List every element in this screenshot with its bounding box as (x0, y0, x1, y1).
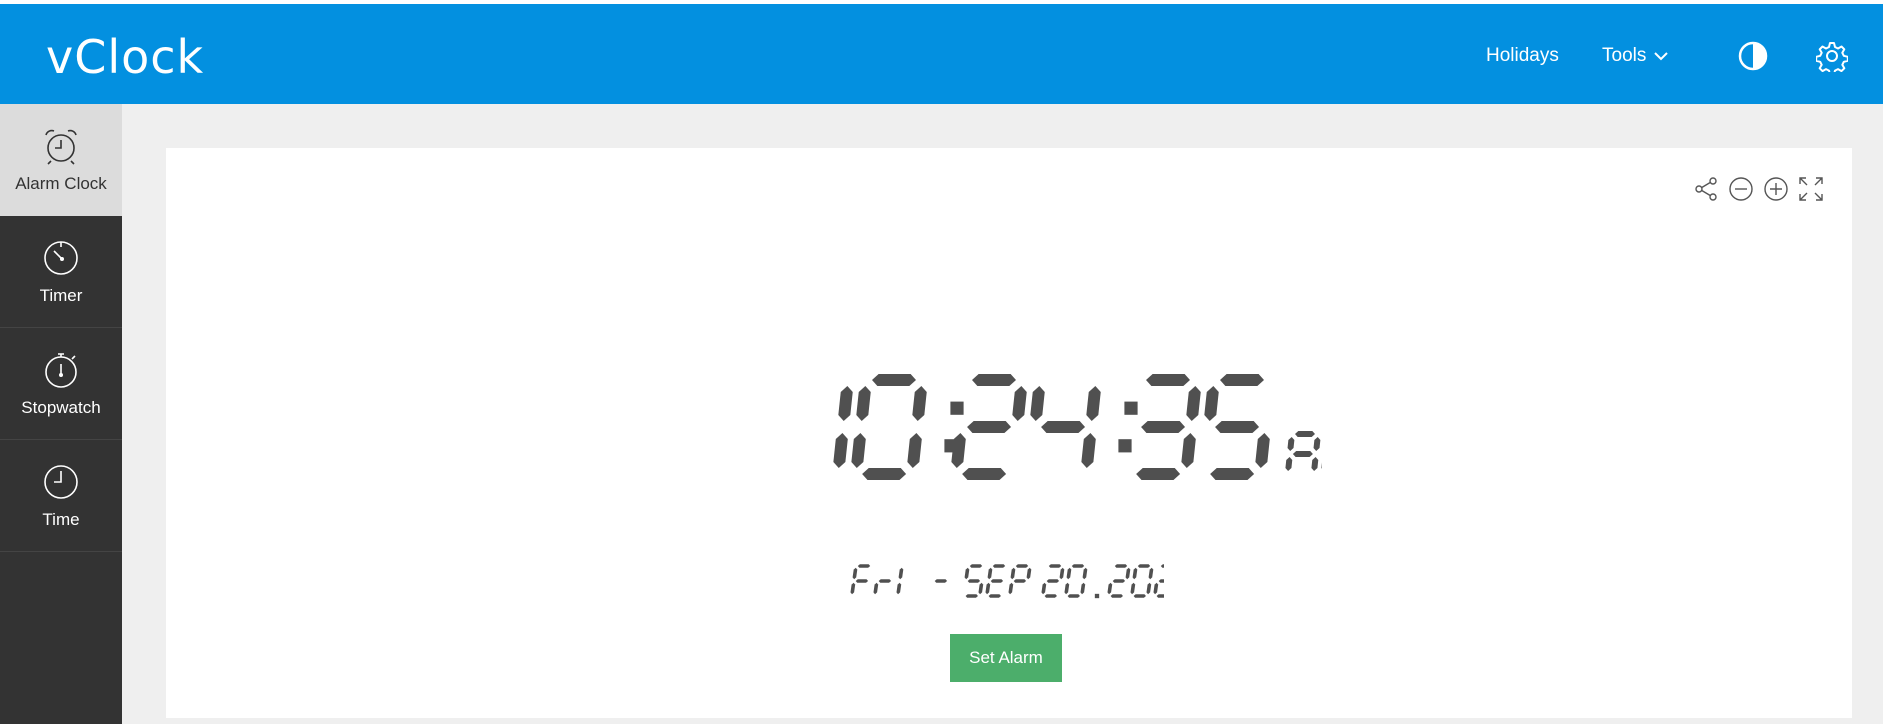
sidebar-item-label: Alarm Clock (15, 174, 107, 193)
set-alarm-button[interactable]: Set Alarm (950, 634, 1062, 682)
chevron-down-icon (1654, 52, 1669, 61)
digit-2 (1153, 564, 1164, 598)
contrast-icon[interactable] (1737, 40, 1769, 72)
timer-icon (44, 240, 78, 275)
gear-icon[interactable] (1816, 40, 1848, 72)
nav-tools[interactable]: Tools (1602, 4, 1669, 108)
card-toolbar (1688, 174, 1828, 204)
digit-2 (951, 374, 1027, 480)
digital-date-display (850, 564, 1164, 599)
zoom-in-icon (1763, 177, 1788, 201)
digit-S (964, 564, 984, 598)
logo[interactable]: vClock (46, 26, 204, 88)
digit-4 (1030, 386, 1101, 468)
digit-5 (1204, 374, 1270, 480)
zoom-out-button[interactable] (1723, 174, 1758, 204)
digit-F (850, 564, 871, 595)
colon-dot (1118, 439, 1132, 453)
nav-holidays[interactable]: Holidays (1486, 4, 1559, 108)
fullscreen-icon (1798, 177, 1823, 201)
sidebar-item-stopwatch[interactable]: Stopwatch (0, 328, 122, 440)
zoom-out-icon (1728, 177, 1753, 201)
sidebar-item-label: Time (42, 509, 80, 529)
sidebar-item-label: Stopwatch (21, 397, 101, 417)
sidebar-item-alarm-clock[interactable]: Alarm Clock (0, 104, 122, 216)
digit-P (1008, 564, 1032, 595)
digit-0 (851, 374, 927, 480)
period-dot (1094, 593, 1100, 599)
digit-0 (1064, 564, 1088, 598)
sidebar-item-time[interactable]: Time (0, 440, 122, 552)
clock-card: Set Alarm (166, 148, 1852, 718)
digit-R (873, 579, 892, 595)
fullscreen-button[interactable] (1793, 174, 1828, 204)
sidebar-item-timer[interactable]: Timer (0, 216, 122, 328)
digit-0 (1130, 564, 1154, 598)
colon-dot (1124, 401, 1138, 415)
digit-E (985, 564, 1006, 598)
share-icon (1694, 177, 1717, 201)
digit-2 (1041, 564, 1065, 598)
nav-tools-label: Tools (1602, 45, 1647, 66)
alarm-clock-icon (45, 129, 77, 165)
sidebar: Alarm Clock Timer Stopwatch Time (0, 104, 122, 724)
digit-I (896, 567, 904, 595)
digit-- (934, 579, 948, 583)
top-bar: vClock Holidays Tools (0, 0, 1883, 104)
digit-1 (833, 386, 853, 468)
digit-3 (1136, 374, 1201, 480)
digit-M (1321, 457, 1322, 471)
digit-2 (1107, 564, 1131, 598)
share-button[interactable] (1688, 174, 1723, 204)
clock-icon (44, 464, 78, 499)
digital-time-display (833, 374, 1322, 480)
zoom-in-button[interactable] (1758, 174, 1793, 204)
stopwatch-icon (45, 352, 77, 388)
digit-A (1285, 431, 1321, 471)
sidebar-item-label: Timer (39, 285, 83, 305)
colon-dot (950, 401, 964, 415)
